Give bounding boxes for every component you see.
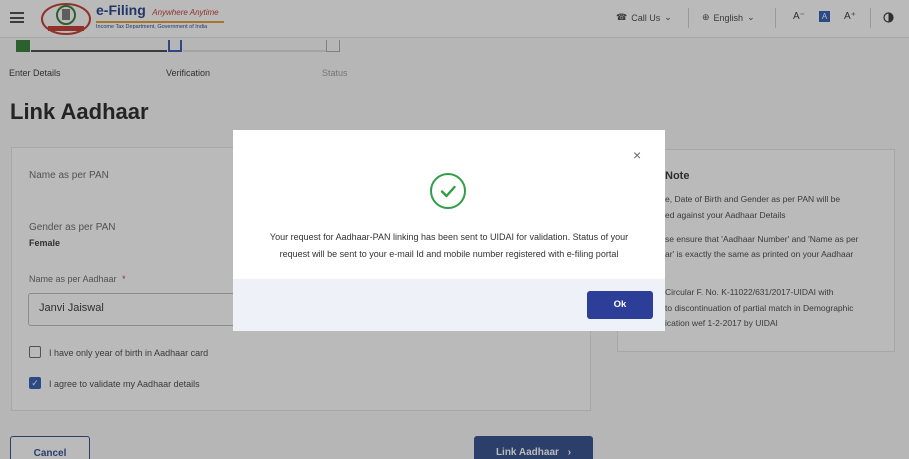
success-check-icon [430,173,466,209]
dialog-message: Your request for Aadhaar-PAN linking has… [253,229,645,263]
dialog-message-line: request will be sent to your e-mail Id a… [279,249,619,259]
success-dialog: × Your request for Aadhaar-PAN linking h… [233,130,665,331]
close-icon[interactable]: × [633,148,641,162]
dialog-message-line: Your request for Aadhaar-PAN linking has… [269,232,629,242]
ok-button[interactable]: Ok [587,291,653,319]
